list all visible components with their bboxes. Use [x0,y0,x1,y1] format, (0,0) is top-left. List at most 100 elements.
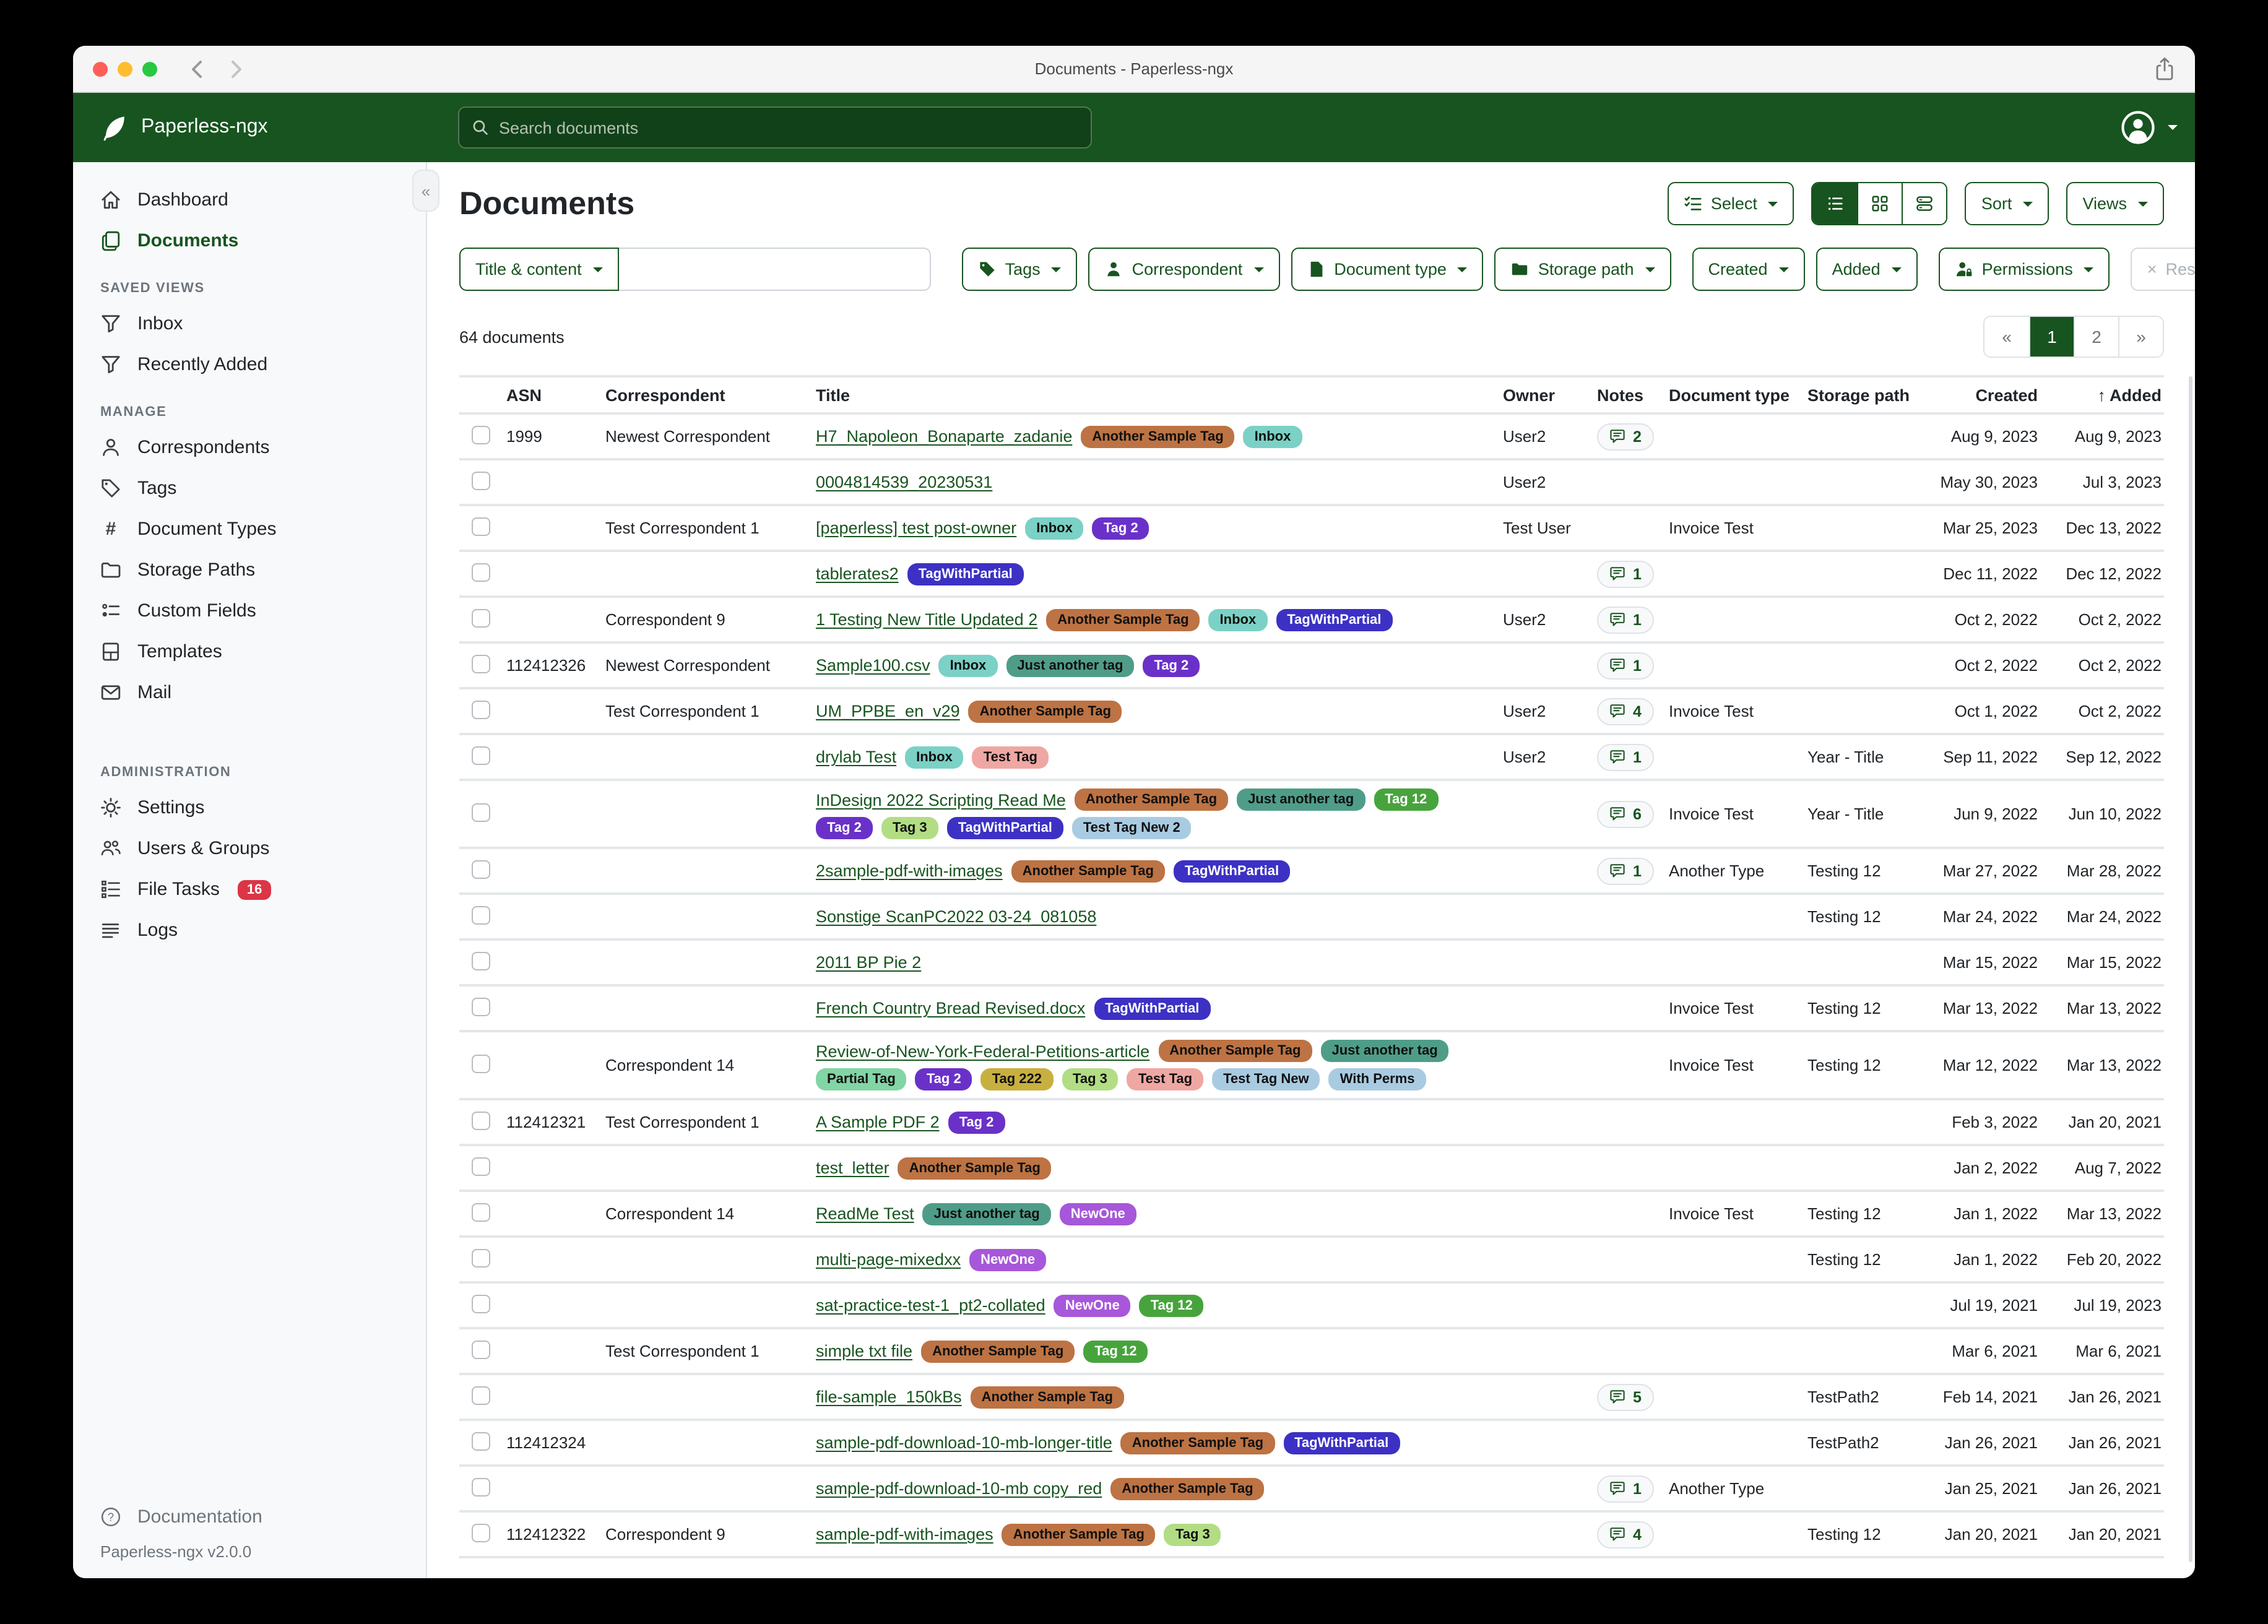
document-title-link[interactable]: A Sample PDF 2 [816,1113,940,1131]
header-document-type[interactable]: Document type [1669,379,1807,410]
sidebar-item-logs[interactable]: Logs [73,910,426,951]
tag-pill[interactable]: Another Sample Tag [971,1386,1124,1408]
tag-pill[interactable]: NewOne [1054,1294,1131,1316]
sidebar-item-inbox[interactable]: Inbox [73,303,426,344]
document-title-link[interactable]: 1 Testing New Title Updated 2 [816,610,1037,629]
tag-pill[interactable]: Inbox [1025,517,1084,539]
header-correspondent[interactable]: Correspondent [605,379,816,410]
row-checkbox[interactable] [472,1203,490,1221]
sidebar-collapse-button[interactable]: « [412,170,439,212]
tag-pill[interactable]: Tag 2 [1093,517,1149,539]
row-checkbox[interactable] [472,1477,490,1496]
minimize-window-button[interactable] [118,61,132,76]
storage-path-filter-button[interactable]: Storage path [1495,248,1671,291]
sort-button[interactable]: Sort [1965,182,2049,225]
document-title-link[interactable]: Sample100.csv [816,656,930,675]
tag-pill[interactable]: Tag 2 [1143,654,1200,676]
reset-filters-button[interactable]: × Reset filters [2131,248,2195,291]
tag-pill[interactable]: Inbox [1209,608,1268,631]
document-type-filter-button[interactable]: Document type [1291,248,1484,291]
notes-badge[interactable]: 6 [1597,800,1654,827]
header-storage-path[interactable]: Storage path [1807,379,1931,410]
sidebar-item-mail[interactable]: Mail [73,672,426,713]
document-title-link[interactable]: Review-of-New-York-Federal-Petitions-art… [816,1042,1149,1060]
tag-pill[interactable]: Tag 3 [1164,1523,1221,1545]
zoom-window-button[interactable] [142,61,157,76]
tag-pill[interactable]: Another Sample Tag [1011,860,1165,882]
tag-pill[interactable]: Just another tag [1006,654,1134,676]
scrollbar[interactable] [2189,376,2192,1562]
sidebar-item-custom-fields[interactable]: Custom Fields [73,590,426,631]
header-owner[interactable]: Owner [1503,379,1597,410]
tag-pill[interactable]: Partial Tag [816,1068,907,1091]
row-checkbox[interactable] [472,654,490,673]
pagination-page-1-button[interactable]: 1 [2029,317,2074,356]
sidebar-item-settings[interactable]: Settings [73,787,426,828]
notes-badge[interactable]: 1 [1597,857,1654,884]
share-icon[interactable] [2154,57,2175,82]
added-filter-button[interactable]: Added [1816,248,1918,291]
tag-pill[interactable]: Another Sample Tag [1081,425,1234,447]
document-title-link[interactable]: [paperless] test post-owner [816,519,1016,537]
sidebar-item-storage-paths[interactable]: Storage Paths [73,550,426,590]
document-title-link[interactable]: sample-pdf-download-10-mb-longer-title [816,1433,1112,1452]
tag-pill[interactable]: Another Sample Tag [1121,1432,1275,1454]
correspondent-filter-button[interactable]: Correspondent [1089,248,1280,291]
document-title-link[interactable]: UM_PPBE_en_v29 [816,702,960,720]
row-checkbox[interactable] [472,517,490,535]
tag-pill[interactable]: Test Tag [1127,1068,1203,1091]
tag-pill[interactable]: Another Sample Tag [921,1340,1075,1362]
tag-pill[interactable]: TagWithPartial [1174,860,1290,882]
notes-badge[interactable]: 2 [1597,423,1654,450]
row-checkbox[interactable] [472,1340,490,1358]
tag-pill[interactable]: Inbox [905,746,964,768]
sidebar-item-recently-added[interactable]: Recently Added [73,344,426,385]
tags-filter-button[interactable]: Tags [962,248,1078,291]
notes-badge[interactable]: 5 [1597,1383,1654,1410]
row-checkbox[interactable] [472,425,490,444]
notes-badge[interactable]: 1 [1597,652,1654,679]
sidebar-item-document-types[interactable]: # Document Types [73,509,426,550]
row-checkbox[interactable] [472,1386,490,1404]
tag-pill[interactable]: Another Sample Tag [898,1157,1052,1179]
tag-pill[interactable]: Just another tag [1237,788,1365,811]
sidebar-item-documentation[interactable]: ? Documentation [73,1497,426,1537]
tag-pill[interactable]: Tag 3 [1062,1068,1119,1091]
tag-pill[interactable]: Another Sample Tag [1046,608,1200,631]
sidebar-item-correspondents[interactable]: Correspondents [73,427,426,468]
tag-pill[interactable]: TagWithPartial [1094,997,1210,1019]
tag-pill[interactable]: TagWithPartial [1276,608,1392,631]
sidebar-item-dashboard[interactable]: Dashboard [73,179,426,220]
row-checkbox[interactable] [472,1432,490,1450]
brand[interactable]: Paperless-ngx [73,113,427,142]
tag-pill[interactable]: NewOne [1060,1203,1136,1225]
notes-badge[interactable]: 1 [1597,560,1654,587]
close-window-button[interactable] [93,61,108,76]
tag-pill[interactable]: Tag 12 [1140,1294,1204,1316]
document-title-link[interactable]: file-sample_150kBs [816,1388,962,1406]
row-checkbox[interactable] [472,951,490,970]
tag-pill[interactable]: TagWithPartial [947,817,1063,839]
grid-view-button[interactable] [1858,183,1902,224]
tag-pill[interactable]: Another Sample Tag [1110,1477,1264,1500]
header-created[interactable]: Created [1931,379,2040,410]
tag-pill[interactable]: With Perms [1329,1068,1426,1091]
row-checkbox[interactable] [472,1111,490,1129]
document-title-link[interactable]: 2011 BP Pie 2 [816,953,921,972]
document-title-link[interactable]: sat-practice-test-1_pt2-collated [816,1296,1045,1315]
row-checkbox[interactable] [472,905,490,924]
document-title-link[interactable]: drylab Test [816,748,896,766]
permissions-filter-button[interactable]: Permissions [1939,248,2110,291]
tag-pill[interactable]: Tag 12 [1083,1340,1148,1362]
user-menu[interactable] [2121,110,2178,145]
tag-pill[interactable]: Test Tag [972,746,1049,768]
document-title-link[interactable]: H7_Napoleon_Bonaparte_zadanie [816,427,1072,446]
pagination-prev-button[interactable]: « [1984,317,2029,356]
document-title-link[interactable]: French Country Bread Revised.docx [816,999,1085,1017]
row-checkbox[interactable] [472,700,490,719]
header-title[interactable]: Title [816,379,1503,410]
tag-pill[interactable]: Inbox [1244,425,1302,447]
tag-pill[interactable]: Test Tag New [1212,1068,1320,1091]
row-checkbox[interactable] [472,471,490,490]
notes-badge[interactable]: 1 [1597,743,1654,771]
